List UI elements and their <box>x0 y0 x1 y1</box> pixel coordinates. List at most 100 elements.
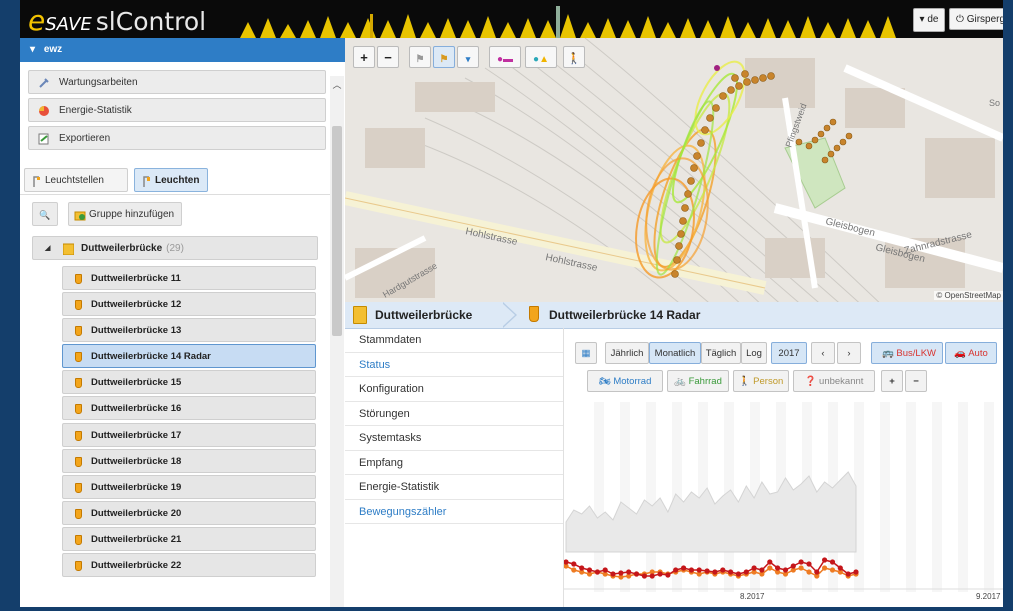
red-series-point <box>610 571 616 577</box>
search-button[interactable]: 🔍 <box>32 202 58 226</box>
scroll-thumb[interactable] <box>332 126 342 336</box>
chart-controls: ▦ Jährlich Monatlich Täglich Log 2017 ‹ … <box>575 342 1003 402</box>
subnav-item[interactable]: Konfiguration <box>345 377 563 402</box>
group-name: ewz <box>43 44 63 55</box>
motion-layer-button[interactable]: 🚶 <box>563 46 585 68</box>
orange-series-point <box>798 565 804 571</box>
red-series-point <box>735 571 741 577</box>
filter-person-button[interactable]: 🚶 Person <box>733 370 789 392</box>
layer-dropdown-button[interactable]: ▾ <box>457 46 479 68</box>
lamp-icon <box>75 300 82 311</box>
period-log-button[interactable]: Log <box>741 342 767 364</box>
breadcrumb-item[interactable]: Duttweilerbrücke 14 Radar <box>527 306 700 324</box>
filter-auto-label: Auto <box>968 348 988 359</box>
user-logout-button[interactable]: ⏻ Girsperger <box>949 8 1003 30</box>
lamp-list-item[interactable]: Duttweilerbrücke 14 Radar <box>62 344 316 369</box>
search-icon: 🔍 <box>39 210 51 220</box>
lamp-list-item[interactable]: Duttweilerbrücke 11 <box>62 266 316 290</box>
add-group-button[interactable]: Gruppe hinzufügen <box>68 202 182 226</box>
lamp-icon <box>75 561 82 572</box>
status-layer-icon: ●▬ <box>496 54 514 65</box>
chart-band <box>932 402 942 592</box>
tab-leuchtstellen[interactable]: Leuchtstellen <box>24 168 128 192</box>
filter-motorrad-button[interactable]: 🏍 Motorrad <box>587 370 663 392</box>
export-icon <box>38 133 49 145</box>
chart-zoom-in-button[interactable]: + <box>881 370 903 392</box>
movement-chart[interactable]: 8.2017 9.2017 <box>563 402 1003 607</box>
subnav-item[interactable]: Empfang <box>345 451 563 475</box>
subnav-item[interactable]: Störungen <box>345 402 563 426</box>
red-series-point <box>767 559 773 565</box>
sidebar-scrollbar[interactable]: ︿ <box>330 76 344 607</box>
group-header[interactable]: ▾ ewz <box>20 38 345 62</box>
lamp-layer-button[interactable]: ⚑ <box>409 46 431 68</box>
tree-group-count: (29) <box>166 243 184 254</box>
status-layer-button[interactable]: ●▬ <box>489 46 521 68</box>
lamp-list-item[interactable]: Duttweilerbrücke 16 <box>62 396 316 421</box>
lamp-list-item[interactable]: Duttweilerbrücke 19 <box>62 474 316 499</box>
lamp-list-item-label: Duttweilerbrücke 11 <box>91 273 181 284</box>
lamp-icon <box>75 274 82 284</box>
breadcrumb-group[interactable]: Duttweilerbrücke <box>353 306 472 324</box>
language-button[interactable]: ▾ de <box>913 8 945 32</box>
scroll-up-icon[interactable]: ︿ <box>332 78 342 90</box>
expand-triangle-icon[interactable]: ◢ <box>45 237 50 261</box>
lamp-icon <box>75 404 82 415</box>
subnav-item[interactable]: Bewegungszähler <box>345 500 563 524</box>
energy-statistics-button[interactable]: Energie-Statistik <box>28 98 326 122</box>
wrench-icon <box>39 78 49 88</box>
lamp-select-button[interactable]: ⚑ <box>433 46 455 68</box>
add-folder-icon <box>74 211 86 221</box>
unknown-icon: ❓ <box>804 376 820 387</box>
lamp-list-item[interactable]: Duttweilerbrücke 12 <box>62 292 316 317</box>
breadcrumb-group-label: Duttweilerbrücke <box>375 308 473 322</box>
lamp-list-item[interactable]: Duttweilerbrücke 17 <box>62 422 316 447</box>
period-jaehrlich-button[interactable]: Jährlich <box>605 342 649 364</box>
breadcrumb-separator-fill <box>502 303 515 327</box>
export-button[interactable]: Exportieren <box>28 126 326 150</box>
map-attribution[interactable]: © OpenStreetMap <box>934 291 1003 300</box>
lamp-list-item-label: Duttweilerbrücke 21 <box>91 533 182 545</box>
year-field[interactable]: 2017 <box>771 342 807 364</box>
lamp-list-item[interactable]: Duttweilerbrücke 18 <box>62 448 316 473</box>
period-taeglich-button[interactable]: Täglich <box>701 342 741 364</box>
lamp-icon <box>75 482 82 493</box>
lamp-list-item[interactable]: Duttweilerbrücke 13 <box>62 318 316 343</box>
x-tick-label: 9.2017 <box>976 592 1001 601</box>
tab-leuchten[interactable]: Leuchten <box>134 168 208 192</box>
user-name: Girsperger <box>966 14 1003 25</box>
filter-unbekannt-button[interactable]: ❓ unbekannt <box>793 370 875 392</box>
map-view[interactable]: Hohlstrasse Hohlstrasse Gleisbogen Gleis… <box>345 38 1003 302</box>
app-header: eSAVEslControl ▾ de ⏻ Girsperger <box>20 0 1003 38</box>
lamp-list-item-label: Duttweilerbrücke 14 Radar <box>91 351 211 363</box>
export-chart-button[interactable]: ▦ <box>575 342 597 364</box>
lamp-list-item[interactable]: Duttweilerbrücke 15 <box>62 370 316 395</box>
red-series-point <box>798 559 804 565</box>
filter-bus-lkw-button[interactable]: 🚌 Bus/LKW <box>871 342 943 364</box>
subnav-item[interactable]: Energie-Statistik <box>345 475 563 500</box>
maintenance-button[interactable]: Wartungsarbeiten <box>28 70 326 94</box>
warning-layer-button[interactable]: ●▲ <box>525 46 557 68</box>
subnav-item[interactable]: Systemtasks <box>345 426 563 451</box>
filter-auto-button[interactable]: 🚗 Auto <box>945 342 997 364</box>
chart-canvas[interactable] <box>563 402 1003 607</box>
lamp-list-item[interactable]: Duttweilerbrücke 21 <box>62 526 316 551</box>
period-monatlich-button[interactable]: Monatlich <box>649 342 701 364</box>
zoom-in-button[interactable]: + <box>353 46 375 68</box>
orange-series-point <box>767 565 773 571</box>
prev-year-button[interactable]: ‹ <box>811 342 835 364</box>
warning-icon: ●▲ <box>533 54 549 65</box>
chart-zoom-out-button[interactable]: − <box>905 370 927 392</box>
subnav-item[interactable]: Status <box>345 353 563 377</box>
logo-name: slControl <box>95 7 207 36</box>
caret-down-icon: ▾ <box>30 44 38 55</box>
tree-group-node[interactable]: ◢ Duttweilerbrücke (29) <box>32 236 318 260</box>
next-year-button[interactable]: › <box>837 342 861 364</box>
subnav-item[interactable]: Stammdaten <box>345 328 563 353</box>
lamp-list-item[interactable]: Duttweilerbrücke 20 <box>62 500 316 525</box>
zoom-out-button[interactable]: − <box>377 46 399 68</box>
filter-fahrrad-button[interactable]: 🚲 Fahrrad <box>667 370 729 392</box>
map-canvas[interactable]: Hohlstrasse Hohlstrasse Gleisbogen Gleis… <box>345 38 1003 302</box>
lamp-list-item[interactable]: Duttweilerbrücke 22 <box>62 553 316 578</box>
red-series-point <box>829 559 836 565</box>
